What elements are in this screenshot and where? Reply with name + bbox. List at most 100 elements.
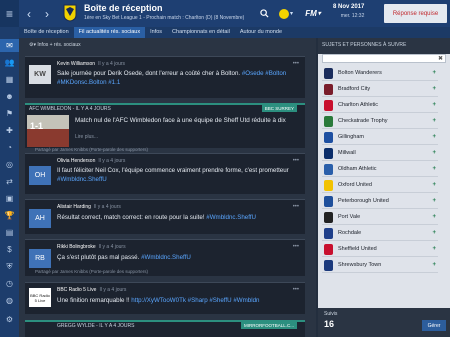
menu-icon[interactable]: ≡ [0,0,19,27]
fm-menu-button[interactable]: FM ▾ [302,0,324,27]
team-name: Shrewsbury Town [338,262,382,268]
team-row[interactable]: Millwall + [322,146,438,161]
more-icon[interactable]: ••• [293,287,299,293]
tab-inbox[interactable]: Boîte de réception [19,27,74,38]
sidebar-squad-icon[interactable]: 👥 [3,56,16,69]
feed-filter[interactable]: ⚙▾ Infos + rés. sociaux [29,42,81,48]
sidebar-medical-icon[interactable]: ✚ [3,124,16,137]
follow-search-input[interactable]: ✖ [322,54,446,63]
follow-icon[interactable]: + [432,246,436,252]
tab-competitions[interactable]: Championnats en détail [167,27,235,38]
manager-button[interactable]: ▾ [279,0,293,27]
title-block: Boîte de réception 1ère en Sky Bet Leagu… [84,3,244,22]
page-subtitle: 1ère en Sky Bet League 1 - Prochain matc… [84,15,245,21]
post-text: Résultat correct, match correct: en rout… [57,214,257,221]
post-text: Ça s'est plutôt pas mal passé. #Wmbldnc.… [57,254,191,261]
team-row[interactable]: Charlton Athletic + [322,98,438,113]
team-crest-icon [324,211,333,223]
sidebar-settings-icon[interactable]: ⚙ [3,313,16,326]
tab-social-feed[interactable]: Fil actualités rés. sociaux [73,27,146,38]
team-name: Port Vale [338,214,361,220]
follow-icon[interactable]: + [432,182,436,188]
team-row[interactable]: Rochdale + [322,226,438,241]
follow-icon[interactable]: + [432,150,436,156]
follow-icon[interactable]: + [432,86,436,92]
feed-post[interactable]: Partagé par James Knibbs (Porte-parole d… [25,147,305,194]
sidebar-training-icon[interactable]: ⚑ [3,107,16,120]
manage-button[interactable]: Gérer [422,320,446,331]
sidebar-staff-icon[interactable]: ☻ [3,90,16,103]
feed-post[interactable]: KW Kevin Williamson Il y a 4 jours Sale j… [25,56,305,98]
team-row[interactable]: Sheffield United + [322,242,438,257]
sidebar-analysis-icon[interactable]: ◔ [3,141,16,154]
team-row[interactable]: Gillingham + [322,130,438,145]
team-crest-icon [324,131,333,143]
follow-icon[interactable]: + [432,198,436,204]
team-row[interactable]: Bradford City + [322,82,438,97]
team-crest-icon [324,259,333,271]
follow-panel: SUJETS ET PERSONNES À SUIVRE ✖ Bolton Wa… [318,38,450,337]
team-row[interactable]: Bolton Wanderers + [322,66,438,81]
follow-icon[interactable]: + [432,118,436,124]
team-name: Oxford United [338,182,372,188]
score-display: 1-1 [30,121,44,131]
follow-icon[interactable]: + [432,166,436,172]
follow-icon[interactable]: + [432,262,436,268]
team-crest-icon [324,115,333,127]
sidebar: ✉ 👥 ▦ ☻ ⚑ ✚ ◔ ◎ ⇄ ▣ 🏆 ▤ $ ⛨ ◷ ◍ ⚙ [0,27,19,337]
sidebar-tactics-icon[interactable]: ▦ [3,73,16,86]
post-author: Kevin Williamson Il y a 4 jours [57,61,126,67]
news-badge: BBC SURREY [261,105,297,112]
more-icon[interactable]: ••• [293,244,299,250]
sidebar-schedule-icon[interactable]: ▣ [3,192,16,205]
more-icon[interactable]: ••• [293,61,299,67]
forward-button[interactable]: › [40,0,54,27]
club-crest-icon[interactable] [63,4,77,22]
team-row[interactable]: Port Vale + [322,210,438,225]
avatar: RB [29,249,51,268]
search-icon [259,9,269,18]
team-row[interactable]: Peterborough United + [322,194,438,209]
follow-icon[interactable]: + [432,102,436,108]
team-row[interactable]: Oldham Athletic + [322,162,438,177]
feed-post[interactable]: BBC Radio 5 Live BBC Radio 5 Live Il y a … [25,282,305,314]
sidebar-competitions-icon[interactable]: 🏆 [3,209,16,222]
more-icon[interactable]: ••• [293,204,299,210]
team-name: Gillingham [338,134,364,140]
team-crest-icon [324,243,333,255]
news-post[interactable]: GREGG WYLDE - IL Y A 4 JOURS MIRRORFOOTB… [25,320,305,337]
team-name: Oldham Athletic [338,166,377,172]
sidebar-scouting-icon[interactable]: ◎ [3,158,16,171]
team-row[interactable]: Shrewsbury Town + [322,258,438,273]
search-button[interactable] [258,0,270,27]
sidebar-world-icon[interactable]: ◍ [3,294,16,307]
more-icon[interactable]: ••• [293,158,299,164]
sidebar-inbox-icon[interactable]: ✉ [0,39,19,52]
tab-around-world[interactable]: Autour du monde [235,27,287,38]
follow-icon[interactable]: + [432,230,436,236]
follow-icon[interactable]: + [432,70,436,76]
read-more-link[interactable]: Lire plus... [75,133,315,142]
sidebar-club-icon[interactable]: ▤ [3,226,16,239]
feed-post[interactable]: RB Rikki Bolingbroke Il y a 4 jours Ça s'… [25,239,305,276]
team-name: Rochdale [338,230,362,236]
sidebar-dev-icon[interactable]: ⛨ [3,260,16,273]
team-row[interactable]: Oxford United + [322,178,438,193]
reshare-note: Partagé par James Knibbs (Porte-parole d… [35,269,149,274]
news-post[interactable]: AFC WIMBLEDON - IL Y A 4 JOURS BBC SURRE… [25,103,305,148]
back-button[interactable]: ‹ [22,0,36,27]
follow-icon[interactable]: + [432,134,436,140]
team-row[interactable]: Checkatrade Trophy + [322,114,438,129]
team-name: Charlton Athletic [338,102,379,108]
sidebar-transfers-icon[interactable]: ⇄ [3,175,16,188]
avatar: AH [29,209,51,228]
follow-icon[interactable]: + [432,214,436,220]
sidebar-youth-icon[interactable]: ◷ [3,277,16,290]
tab-news[interactable]: Infos [145,27,167,38]
continue-button[interactable]: Réponse requise [384,4,447,23]
sidebar-finances-icon[interactable]: $ [3,243,16,256]
team-name: Bolton Wanderers [338,70,382,76]
feed-post[interactable]: AH Alistair Harding Il y a 4 jours Résult… [25,199,305,234]
follow-panel-footer: Suivis 16 Gérer [318,308,450,337]
clear-icon[interactable]: ✖ [438,55,443,62]
